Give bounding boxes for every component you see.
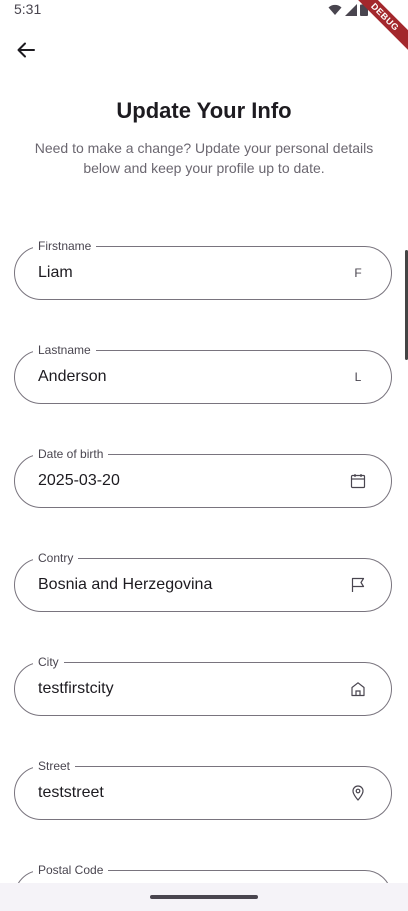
date-of-birth-input[interactable] [38, 469, 338, 493]
city-label: City [33, 654, 64, 670]
street-input[interactable] [38, 781, 338, 805]
page-subtitle: Need to make a change? Update your perso… [34, 140, 374, 176]
date-of-birth-field[interactable]: Date of birth [14, 446, 392, 508]
arrow-back-icon [17, 42, 35, 58]
calendar-icon[interactable] [347, 470, 369, 492]
letter-l-icon: L [354, 370, 362, 384]
debug-ribbon: DEBUG [348, 0, 408, 60]
status-time: 5:31 [14, 1, 42, 17]
lastname-field[interactable]: Lastname L [14, 342, 392, 404]
page-title: Update Your Info [116, 98, 292, 123]
country-input[interactable] [38, 573, 338, 597]
lastname-input[interactable] [38, 365, 338, 389]
country-label: Contry [33, 550, 79, 566]
firstname-input[interactable] [38, 261, 338, 285]
street-field[interactable]: Street [14, 758, 392, 820]
wifi-icon [328, 4, 342, 15]
country-field[interactable]: Contry [14, 550, 392, 612]
location-pin-icon [347, 782, 369, 804]
debug-label: DEBUG [348, 0, 408, 54]
city-field[interactable]: City [14, 654, 392, 716]
street-label: Street [33, 758, 76, 774]
letter-f-icon: F [354, 266, 362, 280]
back-button[interactable] [10, 34, 42, 66]
postal-code-label: Postal Code [33, 862, 109, 878]
system-nav-bar [0, 883, 408, 911]
firstname-field[interactable]: Firstname F [14, 238, 392, 300]
firstname-label: Firstname [33, 238, 97, 254]
home-icon [347, 678, 369, 700]
home-gesture-handle[interactable] [150, 895, 258, 899]
update-info-screen: 5:31 DEBUG Update Your Info Need to make… [0, 0, 408, 911]
city-input[interactable] [38, 677, 338, 701]
lastname-label: Lastname [33, 342, 96, 358]
date-of-birth-label: Date of birth [33, 446, 109, 462]
status-bar: 5:31 [0, 0, 408, 22]
flag-icon [347, 574, 369, 596]
